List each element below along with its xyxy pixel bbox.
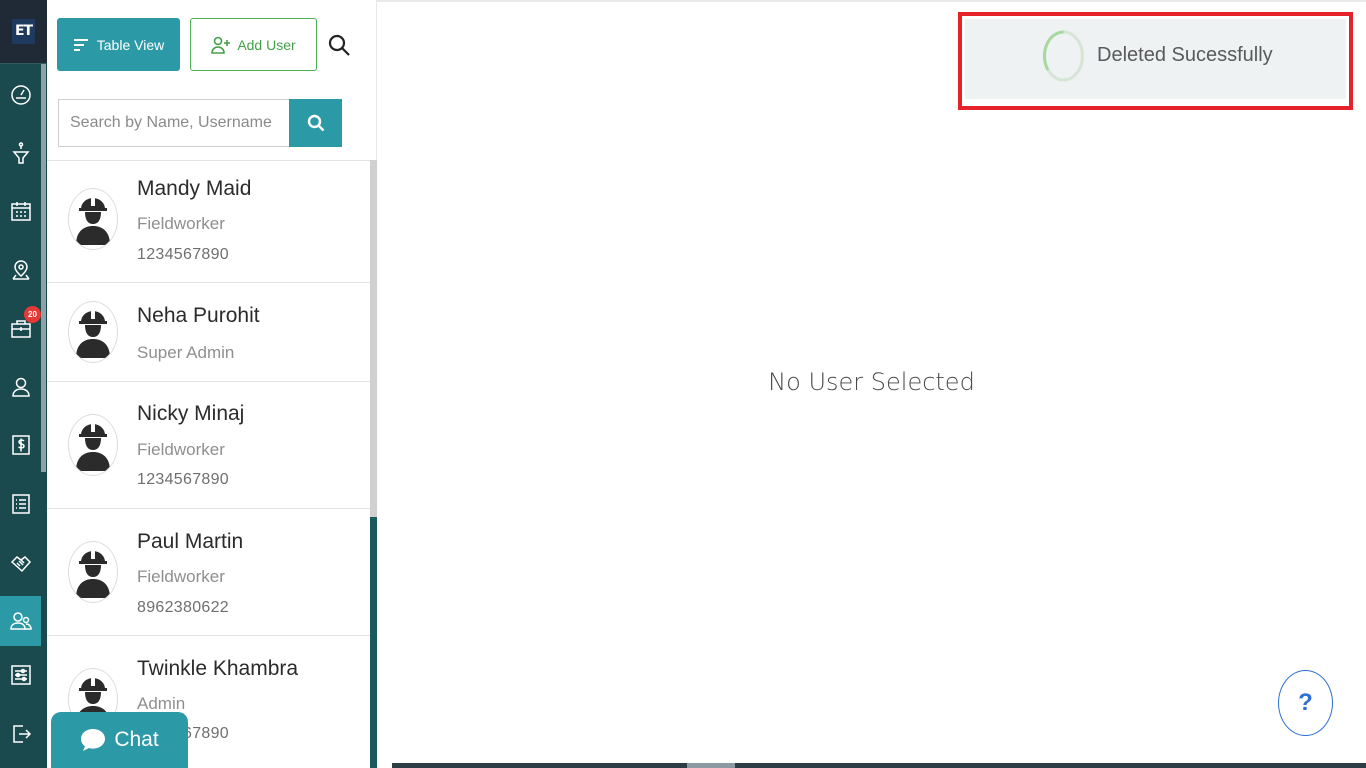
rail-item-jobs[interactable]: 20 <box>0 303 41 353</box>
user-name: Neha Purohit <box>137 304 260 327</box>
rail-item-dashboard[interactable] <box>0 70 41 120</box>
logo-box: ET <box>12 19 35 44</box>
user-role: Fieldworker <box>137 440 225 459</box>
avatar <box>68 541 118 603</box>
list-item-user[interactable]: Neha Purohit Super Admin <box>47 283 370 382</box>
logo-text: ET <box>12 19 35 44</box>
add-user-button[interactable]: Add User <box>190 18 317 71</box>
rail-item-users[interactable] <box>0 596 41 646</box>
sort-lines-icon <box>73 38 88 51</box>
chat-label: Chat <box>114 728 159 751</box>
icon-rail: ET 20 <box>0 0 47 768</box>
notification-badge: 20 <box>24 306 41 323</box>
user-list: Mandy Maid Fieldworker 1234567890 Neha P… <box>47 160 370 768</box>
user-name: Twinkle Khambra <box>137 657 299 680</box>
list-icon <box>11 494 30 514</box>
toast-message: Deleted Sucessfully <box>1097 44 1273 66</box>
help-button[interactable]: ? <box>1278 670 1333 736</box>
search-icon <box>307 114 324 132</box>
rail-item-partners[interactable] <box>0 538 41 588</box>
list-scrollbar-upper[interactable] <box>370 160 377 517</box>
rail-item-calendar[interactable] <box>0 186 41 236</box>
worker-avatar-icon <box>76 310 110 358</box>
list-item-user[interactable]: Nicky Minaj Fieldworker 1234567890 <box>47 382 370 509</box>
avatar <box>68 301 118 363</box>
avatar <box>68 414 118 476</box>
worker-avatar-icon <box>76 197 110 245</box>
handshake-icon <box>10 556 31 573</box>
rail-item-funnel[interactable] <box>0 128 41 178</box>
chat-button[interactable]: Chat <box>51 712 188 768</box>
worker-avatar-icon <box>76 423 110 471</box>
user-role: Admin <box>137 694 186 713</box>
bottom-scrollbar-thumb[interactable] <box>687 763 735 768</box>
rail-item-person[interactable] <box>0 362 41 412</box>
table-view-label: Table View <box>96 36 165 53</box>
funnel-icon <box>11 142 30 164</box>
user-name: Nicky Minaj <box>137 402 245 425</box>
search-input[interactable] <box>58 99 290 147</box>
list-item-user[interactable]: Mandy Maid Fieldworker 1234567890 <box>47 161 370 283</box>
toast-notification[interactable]: Deleted Sucessfully <box>965 19 1346 99</box>
app-logo[interactable]: ET <box>0 0 47 64</box>
user-phone: 1234567890 <box>137 246 229 263</box>
search-icon <box>328 34 350 56</box>
table-view-button[interactable]: Table View <box>57 18 180 71</box>
user-name: Mandy Maid <box>137 177 252 200</box>
user-phone: 8962380622 <box>137 599 229 616</box>
empty-state-message: No User Selected <box>768 368 975 396</box>
dollar-icon <box>11 435 30 455</box>
main-top-border <box>377 0 1366 2</box>
add-user-icon <box>211 36 231 54</box>
users-icon <box>9 612 32 630</box>
bottom-scrollbar[interactable] <box>392 763 1366 768</box>
avatar <box>68 188 118 250</box>
toggle-search-button[interactable] <box>327 33 351 57</box>
rail-item-list[interactable] <box>0 479 41 529</box>
list-item-user[interactable]: Paul Martin Fieldworker 8962380622 <box>47 509 370 636</box>
map-pin-icon <box>11 260 30 280</box>
person-icon <box>11 377 30 397</box>
chat-bubble-icon <box>81 729 106 751</box>
calendar-icon <box>10 202 31 221</box>
user-phone: 1234567890 <box>137 471 229 488</box>
rail-item-settings[interactable] <box>0 650 41 700</box>
dashboard-gauge-icon <box>10 85 31 105</box>
logout-icon <box>12 725 31 743</box>
rail-item-map[interactable] <box>0 245 41 295</box>
settings-sliders-icon <box>10 665 31 685</box>
rail-item-logout[interactable] <box>0 709 41 759</box>
search-submit-button[interactable] <box>289 99 342 147</box>
loading-spinner-icon <box>1041 29 1086 83</box>
add-user-label: Add User <box>237 36 296 53</box>
rail-item-billing[interactable] <box>0 420 41 470</box>
list-scrollbar-thumb[interactable] <box>370 517 377 768</box>
rail-scrollbar[interactable] <box>41 64 46 472</box>
user-list-panel: Table View Add User Mandy Maid Fieldwork… <box>47 0 377 768</box>
user-role: Fieldworker <box>137 214 225 233</box>
worker-avatar-icon <box>76 550 110 598</box>
user-role: Super Admin <box>137 343 235 362</box>
user-name: Paul Martin <box>137 530 244 553</box>
user-role: Fieldworker <box>137 567 225 586</box>
